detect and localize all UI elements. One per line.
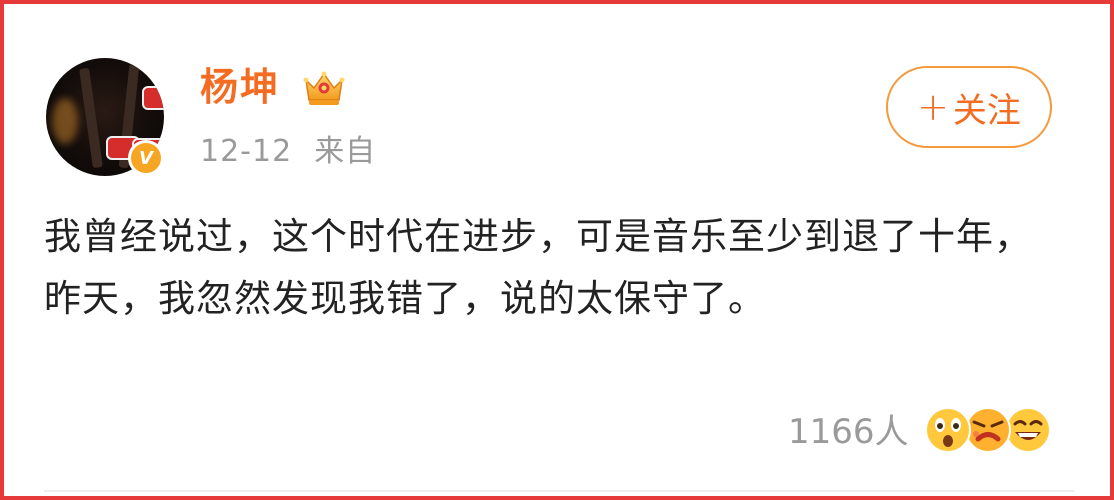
- post-meta: 12-12 来自: [200, 132, 376, 172]
- follow-button-label: 关注: [952, 90, 1021, 131]
- post-content: 我曾经说过，这个时代在进步，可是音乐至少到退了十年，昨天，我忽然发现我错了，说的…: [44, 215, 1032, 320]
- post-divider: [44, 490, 1074, 492]
- avatar-guitar-body: [142, 86, 164, 110]
- surprised-emoji-icon: [925, 407, 971, 453]
- verified-badge-icon: V: [128, 140, 164, 176]
- plus-icon: +: [917, 85, 949, 129]
- author-name[interactable]: 杨坤: [200, 62, 280, 112]
- follow-button[interactable]: + 关注: [886, 66, 1052, 148]
- weibo-post-card: V 杨坤 12-12 来自 + 关注 我曾经说过，这个时代在进步，可是音乐至少到退…: [0, 0, 1114, 500]
- reaction-emojis[interactable]: [924, 406, 1054, 458]
- reaction-count[interactable]: 1166人: [788, 410, 909, 454]
- avatar-guitar-neck: [79, 67, 103, 169]
- post-source-label: 来自: [314, 134, 377, 169]
- post-date: 12-12: [200, 134, 293, 169]
- vip-crown-icon[interactable]: [302, 68, 346, 108]
- avatar-glow: [52, 98, 78, 144]
